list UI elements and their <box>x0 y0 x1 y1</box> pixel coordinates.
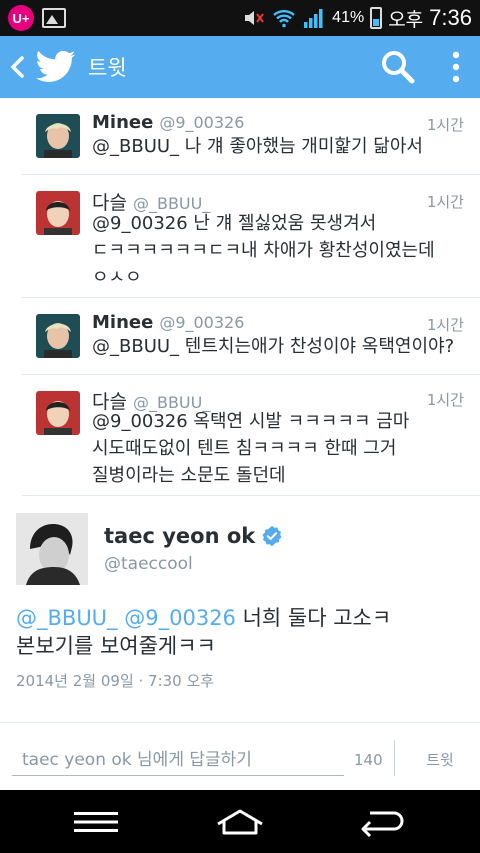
avatar[interactable] <box>36 314 80 358</box>
conversation-tweet[interactable]: 다슬 @_BBUU_ 1시간 @9_00326 옥택연 시발 ㅋㅋㅋㅋㅋ 금마 시… <box>22 375 480 496</box>
uplus-logo: U+ <box>8 5 34 31</box>
user-handle[interactable]: @9_00326 <box>159 113 244 132</box>
verified-badge-icon <box>262 525 282 547</box>
char-count: 140 <box>354 751 383 769</box>
mention-link[interactable]: @9_00326 <box>124 606 236 630</box>
reply-input[interactable] <box>12 744 344 776</box>
tweet-text: @_BBUU_ 나 걔 좋아했늠 개미핥기 닮아서 <box>92 136 423 157</box>
page-title: 트윗 <box>88 56 127 80</box>
avatar[interactable] <box>36 391 80 435</box>
conversation-tweet[interactable]: Minee @9_00326 1시간 @_BBUU_ 나 걔 좋아했늠 개미핥기 … <box>22 98 480 175</box>
mention-link[interactable]: @_BBUU_ <box>16 606 118 630</box>
search-icon[interactable] <box>380 49 416 85</box>
tweet-time: 1시간 <box>426 391 464 409</box>
back-nav-icon[interactable] <box>352 804 412 840</box>
tweet-text: @9_00326 옥택연 시발 ㅋㅋㅋㅋㅋ 금마 시도때도없이 텐트 침ㅋㅋㅋㅋ… <box>92 411 410 486</box>
divider <box>394 740 395 776</box>
overflow-menu-icon[interactable] <box>446 50 466 84</box>
mute-icon <box>245 11 264 25</box>
clock-ampm: 오후 <box>388 9 424 31</box>
menu-icon[interactable] <box>66 804 126 840</box>
navigation-bar <box>0 790 480 853</box>
main-tweet-author[interactable]: taec yeon ok <box>104 524 283 548</box>
tweet-reply-button[interactable]: 트윗 <box>410 744 470 774</box>
conversation-tweet[interactable]: 다슬 @_BBUU_ 1시간 @9_00326 난 걔 젤싫었움 못생겨서 ㄷㅋㅋ… <box>22 175 480 298</box>
battery-icon <box>370 7 383 29</box>
conversation-tweet[interactable]: Minee @9_00326 1시간 @_BBUU_ 텐트치는애가 찬성이야 옥택… <box>22 298 480 375</box>
tweet-text: @9_00326 난 걔 젤싫었움 못생겨서 ㄷㅋㅋㅋㅋㅋㅋㄷㅋ내 차애가 황찬… <box>92 213 435 288</box>
tweet-text: @_BBUU_ 텐트치는애가 찬성이야 옥택연이야? <box>92 336 455 357</box>
user-name[interactable]: Minee <box>92 112 153 133</box>
clock-time: 7:36 <box>429 5 472 30</box>
author-name[interactable]: taec yeon ok <box>104 524 255 548</box>
tweet-time: 1시간 <box>426 316 464 334</box>
main-tweet-date: 2014년 2월 09일 · 7:30 오후 <box>16 672 215 690</box>
battery-percent: 41% <box>332 9 365 26</box>
twitter-bird-icon[interactable] <box>36 50 76 84</box>
divider <box>0 722 480 723</box>
back-icon[interactable] <box>6 36 28 98</box>
user-name[interactable]: Minee <box>92 312 153 333</box>
tweet-time: 1시간 <box>426 193 464 211</box>
home-icon[interactable] <box>210 804 270 840</box>
gallery-icon <box>42 8 66 28</box>
avatar[interactable] <box>36 114 80 158</box>
tweet-time: 1시간 <box>426 116 464 134</box>
avatar[interactable] <box>36 191 80 235</box>
signal-icon <box>304 9 323 28</box>
main-tweet-handle[interactable]: @taeccool <box>104 554 193 574</box>
status-bar: U+ 41% 오후 7:36 <box>0 0 480 36</box>
main-tweet-text: @_BBUU_ @9_00326 너희 둘다 고소ㅋ 본보기를 보여줄게ㅋㅋ <box>16 606 392 658</box>
main-tweet-avatar[interactable] <box>16 513 88 585</box>
user-handle[interactable]: @9_00326 <box>159 313 244 332</box>
wifi-icon <box>273 10 295 28</box>
action-bar: 트윗 <box>0 36 480 98</box>
